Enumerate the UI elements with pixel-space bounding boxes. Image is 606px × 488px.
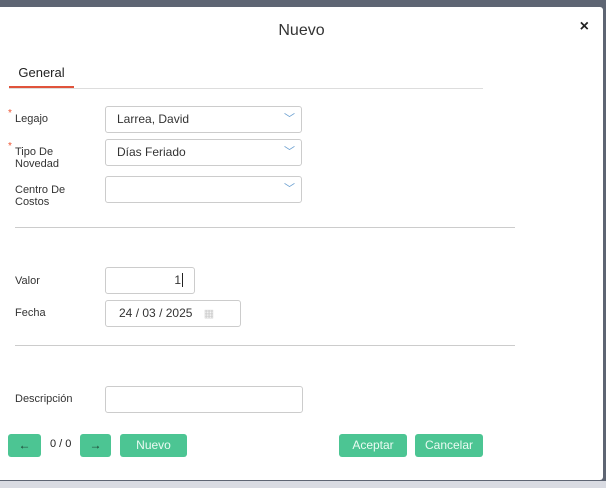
fecha-day[interactable]: 24 (119, 306, 132, 320)
aceptar-button[interactable]: Aceptar (339, 434, 407, 457)
arrow-right-icon: → (89, 438, 102, 452)
section-divider (15, 227, 515, 228)
chevron-down-icon: ﹀ (284, 113, 295, 125)
legajo-value: Larrea, David (117, 112, 190, 126)
close-icon[interactable]: × (580, 18, 589, 36)
arrow-left-icon: ← (18, 438, 31, 452)
next-button[interactable]: → (80, 434, 111, 457)
centro-costos-label: Centro De Costos (15, 184, 65, 208)
tipo-novedad-value: Días Feriado (117, 145, 186, 159)
chevron-down-icon: ﹀ (284, 183, 295, 195)
tipo-novedad-select[interactable]: Días Feriado ﹀ (105, 139, 302, 166)
legajo-select[interactable]: Larrea, David ﹀ (105, 106, 302, 133)
calendar-icon[interactable]: ▦ (204, 308, 214, 320)
fecha-year[interactable]: 2025 (166, 306, 193, 320)
legajo-label: Legajo (15, 113, 49, 125)
nuevo-button[interactable]: Nuevo (120, 434, 187, 457)
required-icon: * (8, 108, 12, 119)
previous-button[interactable]: ← (8, 434, 41, 457)
centro-costos-select[interactable]: ﹀ (105, 176, 302, 203)
valor-input[interactable]: 1​ (105, 267, 195, 294)
section-divider (15, 345, 515, 346)
dialog-title: Nuevo (278, 22, 325, 39)
required-icon: * (8, 141, 12, 152)
fecha-month[interactable]: 03 (142, 306, 155, 320)
tab-divider (9, 88, 483, 89)
label-line: Novedad (15, 158, 60, 170)
background-page (0, 481, 606, 488)
pager-count: 0 / 0 (50, 438, 72, 450)
new-record-dialog: Nuevo × General * Legajo Larrea, David ﹀ … (0, 7, 603, 480)
descripcion-label: Descripción (15, 393, 73, 405)
tab-general[interactable]: General (9, 65, 74, 88)
text-cursor: ​ (182, 273, 183, 287)
fecha-label: Fecha (15, 307, 46, 319)
valor-label: Valor (15, 275, 40, 287)
tipo-novedad-label: Tipo De Novedad (15, 146, 59, 170)
chevron-down-icon: ﹀ (284, 146, 295, 158)
descripcion-input[interactable] (105, 386, 303, 413)
label-line: Tipo De (15, 146, 54, 158)
fecha-input[interactable]: 24 / 03 / 2025 ▦ (105, 300, 241, 327)
label-line: Centro De (15, 184, 66, 196)
valor-value: 1 (174, 273, 181, 287)
label-line: Costos (15, 196, 50, 208)
cancelar-button[interactable]: Cancelar (415, 434, 483, 457)
